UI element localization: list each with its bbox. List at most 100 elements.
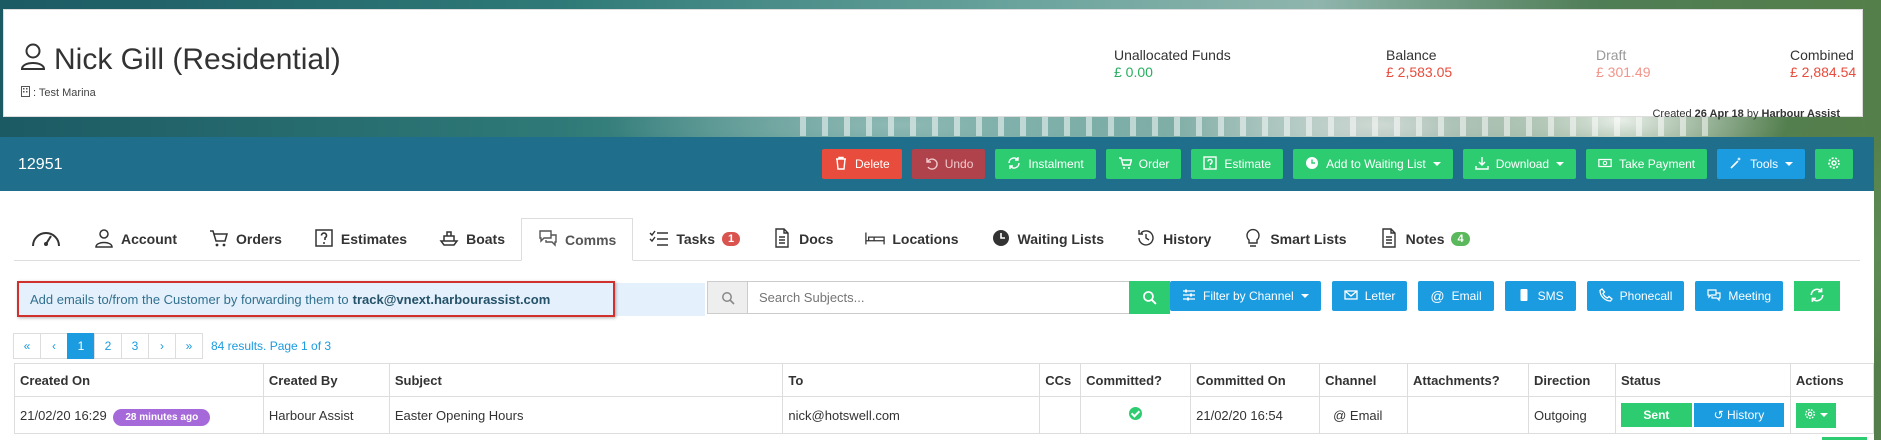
created-on-value: 21/02/20 16:29	[20, 407, 107, 423]
col-created-on[interactable]: Created On	[14, 363, 264, 397]
tab-smart-lists-label: Smart Lists	[1270, 231, 1347, 247]
take-payment-button[interactable]: Take Payment	[1586, 149, 1708, 179]
building-icon	[21, 86, 30, 100]
delete-button[interactable]: Delete	[822, 149, 902, 179]
col-ccs[interactable]: CCs	[1039, 363, 1082, 397]
search-subjects-input[interactable]	[748, 282, 1141, 313]
download-button[interactable]: Download	[1462, 149, 1577, 179]
history-icon	[1136, 228, 1156, 251]
page-first[interactable]: «	[13, 333, 41, 359]
chat-bubbles-icon	[538, 228, 558, 251]
take-payment-label: Take Payment	[1619, 157, 1696, 171]
tab-comms[interactable]: Comms	[520, 218, 634, 261]
user-icon	[94, 228, 114, 251]
filter-by-channel-button[interactable]: Filter by Channel	[1170, 281, 1321, 311]
col-status[interactable]: Status	[1614, 363, 1791, 397]
search-box: ✕	[707, 281, 1170, 314]
tab-smart-lists[interactable]: Smart Lists	[1227, 218, 1362, 260]
unallocated-value: £ 0.00	[1114, 64, 1153, 80]
envelope-icon	[1344, 288, 1358, 305]
at-sign-icon: @	[1333, 407, 1347, 423]
page-last[interactable]: »	[175, 333, 203, 359]
tab-tasks-label: Tasks	[676, 231, 716, 247]
delete-label: Delete	[855, 157, 890, 171]
refresh-button[interactable]	[1794, 281, 1841, 311]
created-by: by	[1746, 108, 1759, 120]
tab-tasks[interactable]: Tasks 1	[633, 218, 756, 260]
tab-locations-label: Locations	[892, 231, 959, 247]
tab-notes[interactable]: Notes 4	[1363, 218, 1486, 260]
cell-attachments	[1407, 396, 1529, 434]
cell-actions	[1789, 396, 1875, 434]
tools-button[interactable]: Tools	[1717, 149, 1806, 179]
repeat-icon	[1007, 156, 1021, 173]
chat-bubbles-icon	[1707, 288, 1721, 305]
new-sms-button[interactable]: SMS	[1504, 281, 1576, 311]
tab-docs-label: Docs	[799, 231, 834, 247]
document-icon	[772, 227, 792, 251]
check-circle-icon	[1129, 407, 1143, 420]
search-icon	[1143, 291, 1157, 305]
new-letter-button[interactable]: Letter	[1331, 281, 1408, 311]
customer-name: Nick Gill (Residential)	[54, 43, 341, 76]
col-to[interactable]: To	[782, 363, 1041, 397]
tab-dashboard[interactable]	[14, 218, 78, 260]
tab-boats-label: Boats	[466, 231, 505, 247]
table-row[interactable]: 21/02/20 16:29 28 minutes ago Harbour As…	[14, 396, 1875, 434]
sent-status-button[interactable]: Sent	[1620, 403, 1692, 427]
col-committed-on[interactable]: Committed On	[1190, 363, 1321, 397]
undo-label: Undo	[944, 157, 974, 171]
col-created-by[interactable]: Created By	[262, 363, 390, 397]
cell-committed-on: 21/02/20 16:54	[1190, 396, 1321, 434]
page-next[interactable]: ›	[148, 333, 176, 359]
info-strip	[615, 283, 705, 316]
page-1[interactable]: 1	[67, 333, 95, 359]
instalment-button[interactable]: Instalment	[995, 149, 1096, 179]
col-attachments[interactable]: Attachments?	[1407, 363, 1529, 397]
tab-boats[interactable]: Boats	[423, 218, 521, 260]
balance: Balance £ 2,583.05	[1386, 47, 1452, 80]
combined: Combined £ 2,884.54	[1790, 47, 1856, 80]
order-label: Order	[1138, 157, 1170, 171]
history-button[interactable]: ↺ History	[1693, 403, 1784, 427]
cell-direction: Outgoing	[1527, 396, 1616, 434]
comms-table: Created On Created By Subject To CCs Com…	[14, 363, 1875, 434]
page-prev[interactable]: ‹	[40, 333, 68, 359]
tab-waiting-lists[interactable]: Waiting Lists	[975, 218, 1121, 260]
new-phonecall-button[interactable]: Phonecall	[1586, 281, 1685, 311]
user-icon	[20, 42, 46, 78]
row-actions-button[interactable]	[1795, 402, 1836, 428]
col-direction[interactable]: Direction	[1527, 363, 1616, 397]
tab-history-label: History	[1163, 231, 1212, 247]
tab-estimates[interactable]: Estimates	[298, 218, 423, 260]
estimate-button[interactable]: Estimate	[1191, 149, 1284, 179]
clock-icon	[991, 228, 1011, 251]
tab-locations[interactable]: Locations	[849, 218, 974, 260]
tab-orders-label: Orders	[236, 231, 282, 247]
forwarding-info: Add emails to/from the Customer by forwa…	[17, 281, 615, 317]
settings-button[interactable]	[1815, 149, 1854, 179]
undo-button[interactable]: Undo	[911, 149, 986, 179]
order-button[interactable]: Order	[1105, 149, 1182, 179]
add-to-waiting-list-button[interactable]: Add to Waiting List	[1293, 149, 1453, 179]
tab-orders[interactable]: Orders	[193, 218, 298, 260]
combined-label: Combined	[1790, 47, 1854, 63]
tab-account[interactable]: Account	[78, 218, 193, 260]
new-meeting-button[interactable]: Meeting	[1695, 281, 1784, 311]
new-email-button[interactable]: @ Email	[1418, 281, 1494, 311]
ship-icon	[439, 228, 459, 251]
chevron-down-icon	[1556, 162, 1565, 166]
unallocated-label: Unallocated Funds	[1114, 47, 1231, 63]
search-button[interactable]	[1129, 281, 1170, 314]
col-channel[interactable]: Channel	[1319, 363, 1409, 397]
time-ago-badge: 28 minutes ago	[113, 408, 211, 426]
col-committed[interactable]: Committed?	[1080, 363, 1192, 397]
tab-docs[interactable]: Docs	[756, 218, 849, 260]
sliders-icon	[1182, 288, 1196, 305]
question-square-icon	[314, 228, 334, 251]
col-subject[interactable]: Subject	[388, 363, 784, 397]
page-2[interactable]: 2	[94, 333, 122, 359]
tab-history[interactable]: History	[1120, 218, 1227, 260]
created-author: Harbour Assist	[1761, 108, 1840, 120]
page-3[interactable]: 3	[121, 333, 149, 359]
